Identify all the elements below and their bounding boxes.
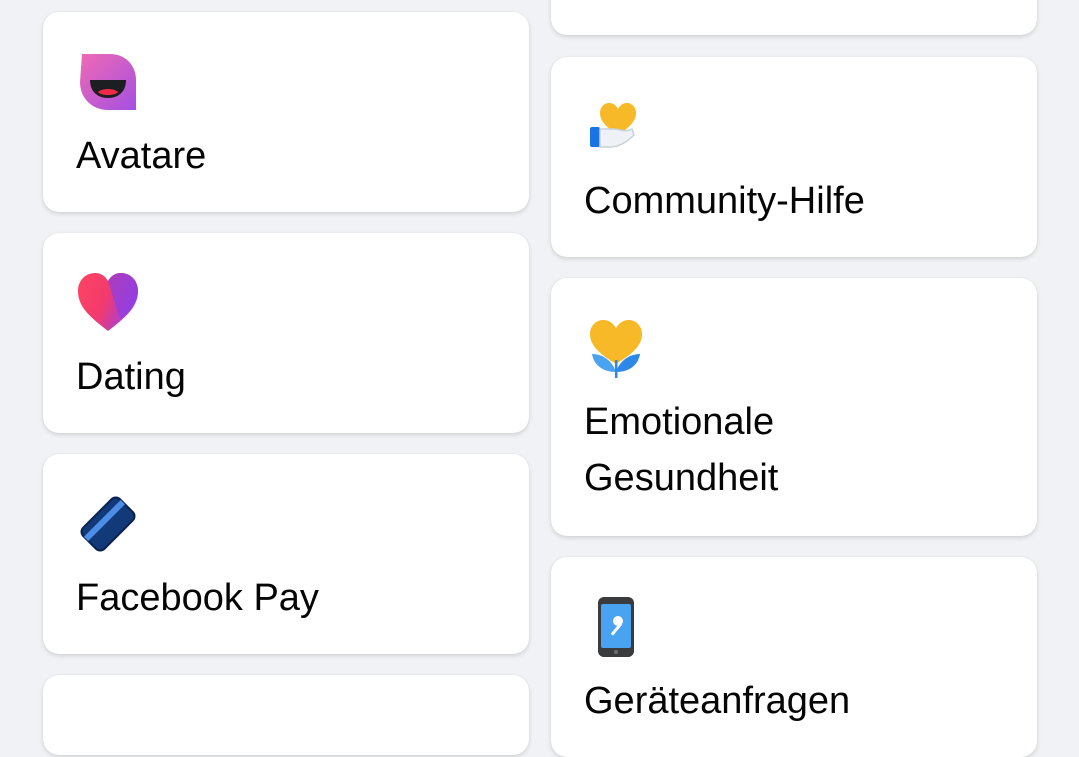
card-community-hilfe[interactable]: Community-Hilfe <box>551 57 1037 257</box>
payment-card-icon <box>80 496 136 552</box>
card-partial-bottom[interactable] <box>43 675 529 755</box>
dating-heart-icon <box>78 273 138 331</box>
card-dating[interactable]: Dating <box>43 233 529 433</box>
card-label-line2: Gesundheit <box>584 457 779 499</box>
card-label: Facebook Pay <box>76 577 319 619</box>
card-label: Geräteanfragen <box>584 680 851 722</box>
card-facebook-pay[interactable]: Facebook Pay <box>43 454 529 654</box>
card-avatare[interactable]: Avatare <box>43 12 529 212</box>
community-help-icon <box>590 103 636 148</box>
avatar-icon <box>80 54 136 110</box>
card-partial-top[interactable] <box>551 0 1037 35</box>
card-label: Community-Hilfe <box>584 180 865 222</box>
emotional-health-icon <box>590 320 642 378</box>
card-label: Dating <box>76 356 186 398</box>
card-label: Avatare <box>76 135 207 177</box>
card-emotionale-gesundheit[interactable]: Emotionale Gesundheit <box>551 278 1037 536</box>
card-label-line1: Emotionale <box>584 401 775 443</box>
card-geraeteanfragen[interactable]: Geräteanfragen <box>551 557 1037 757</box>
device-requests-icon <box>598 597 634 657</box>
